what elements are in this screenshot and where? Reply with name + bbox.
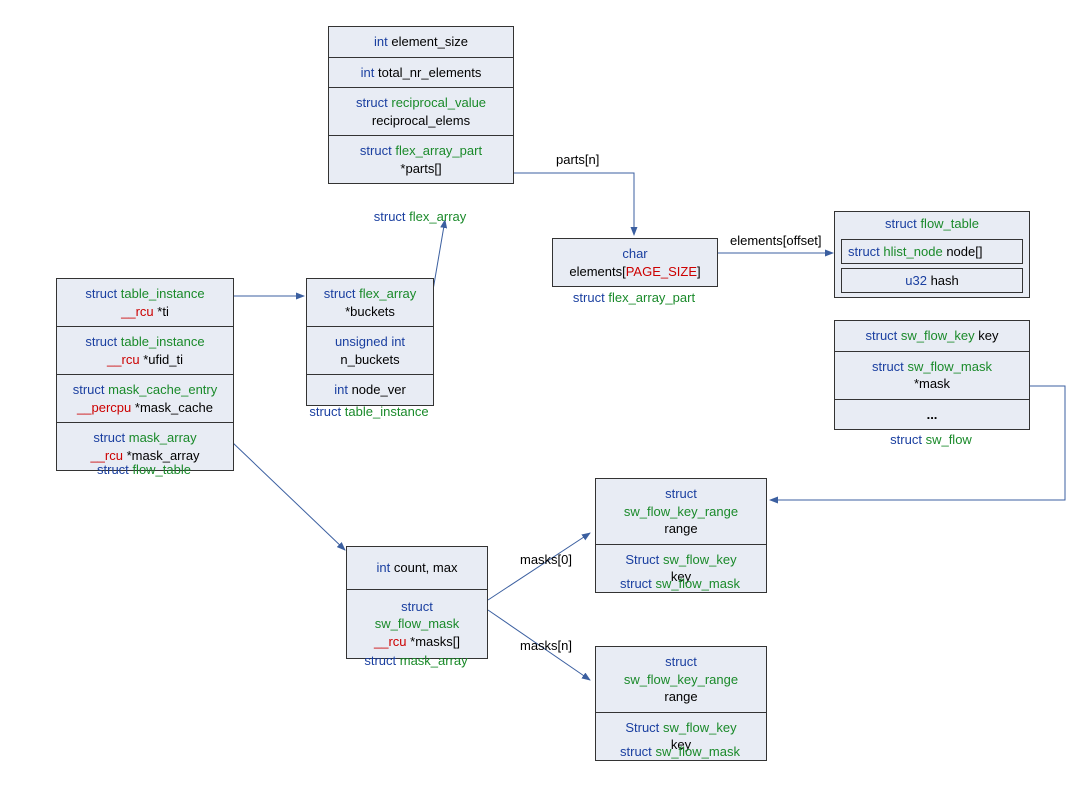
sw-flow-caption: struct sw_flow [834, 432, 1028, 447]
page-size: PAGE_SIZE [626, 264, 697, 279]
kw: int [374, 34, 388, 49]
masks-n-label: masks[n] [520, 638, 572, 653]
type: flex_array [359, 286, 416, 301]
flow-table-box: struct table_instance __rcu *ti struct ta… [56, 278, 234, 471]
table-instance-caption: struct table_instance [286, 404, 452, 419]
ellipsis: ... [927, 407, 938, 422]
attr: __rcu [90, 448, 123, 463]
table-instance-box: struct flex_array *buckets unsigned int n_… [306, 278, 434, 406]
flex-array-caption: struct flex_array [328, 209, 512, 224]
field: range [664, 689, 697, 704]
type: mask_array [129, 430, 197, 445]
attr: __rcu [121, 304, 154, 319]
mask-array-box: int count, max struct sw_flow_mask __rcu *… [346, 546, 488, 659]
type: mask_cache_entry [108, 382, 217, 397]
kw: struct [73, 382, 105, 397]
kw: char [622, 246, 647, 261]
type: sw_flow_key_range [624, 672, 738, 687]
kw: unsigned int [335, 334, 405, 349]
flex-array-part-box: char elements[PAGE_SIZE] [552, 238, 718, 287]
kw: struct [885, 216, 917, 231]
type: sw_flow_key [901, 328, 975, 343]
kw: struct [866, 328, 898, 343]
field: *mask [914, 376, 950, 391]
field: node[] [946, 244, 982, 259]
kw: struct [665, 486, 697, 501]
field: n_buckets [340, 352, 399, 367]
type: sw_flow_key_range [624, 504, 738, 519]
kw: struct [872, 359, 904, 374]
field: count, max [394, 560, 458, 575]
attr: __percpu [77, 400, 131, 415]
kw: struct [848, 244, 880, 259]
type: reciprocal_value [391, 95, 486, 110]
field: *parts[] [400, 161, 441, 176]
kw: struct [665, 654, 697, 669]
type: sw_flow_key [663, 552, 737, 567]
kw: struct [85, 334, 117, 349]
flow-table-caption: struct flow_table [56, 462, 232, 477]
elements-offset-label: elements[offset] [730, 233, 822, 248]
field: *mask_array [127, 448, 200, 463]
kw: struct [360, 143, 392, 158]
kw: struct [85, 286, 117, 301]
field: element_size [391, 34, 468, 49]
type: flex_array_part [395, 143, 482, 158]
field: *ufid_ti [143, 352, 183, 367]
kw: int [377, 560, 391, 575]
kw: struct [93, 430, 125, 445]
kw: int [361, 65, 375, 80]
attr: __rcu [107, 352, 140, 367]
close-bracket: ] [697, 264, 701, 279]
field: *buckets [345, 304, 395, 319]
field: reciprocal_elems [372, 113, 470, 128]
type: flow_table [920, 216, 979, 231]
type: sw_flow_key [663, 720, 737, 735]
type: table_instance [121, 286, 205, 301]
kw: u32 [905, 273, 927, 288]
flex-array-part-caption: struct flex_array_part [552, 290, 716, 305]
field: elements[ [569, 264, 625, 279]
kw: int [334, 382, 348, 397]
attr: __rcu [374, 634, 407, 649]
type: sw_flow_mask [907, 359, 992, 374]
sw-flow-mask-caption-2: struct sw_flow_mask [595, 744, 765, 759]
kw: struct [324, 286, 356, 301]
sw-flow-mask-caption-1: struct sw_flow_mask [595, 576, 765, 591]
kw: struct [356, 95, 388, 110]
kw: Struct [625, 552, 659, 567]
field: *masks[] [410, 634, 460, 649]
sw-flow-box: struct sw_flow_key key struct sw_flow_ma… [834, 320, 1030, 430]
kw: Struct [625, 720, 659, 735]
type: sw_flow_mask [375, 616, 460, 631]
field: key [978, 328, 998, 343]
masks-0-label: masks[0] [520, 552, 572, 567]
field: *ti [157, 304, 169, 319]
type: hlist_node [883, 244, 942, 259]
field: range [664, 521, 697, 536]
flex-array-box: int element_size int total_nr_elements s… [328, 26, 514, 184]
field: node_ver [352, 382, 406, 397]
sw-flow-top-box: struct flow_table struct hlist_node node… [834, 211, 1030, 298]
type: table_instance [121, 334, 205, 349]
parts-n-label: parts[n] [556, 152, 599, 167]
field: hash [931, 273, 959, 288]
mask-array-caption: struct mask_array [346, 653, 486, 668]
field: total_nr_elements [378, 65, 481, 80]
kw: struct [401, 599, 433, 614]
field: *mask_cache [135, 400, 213, 415]
